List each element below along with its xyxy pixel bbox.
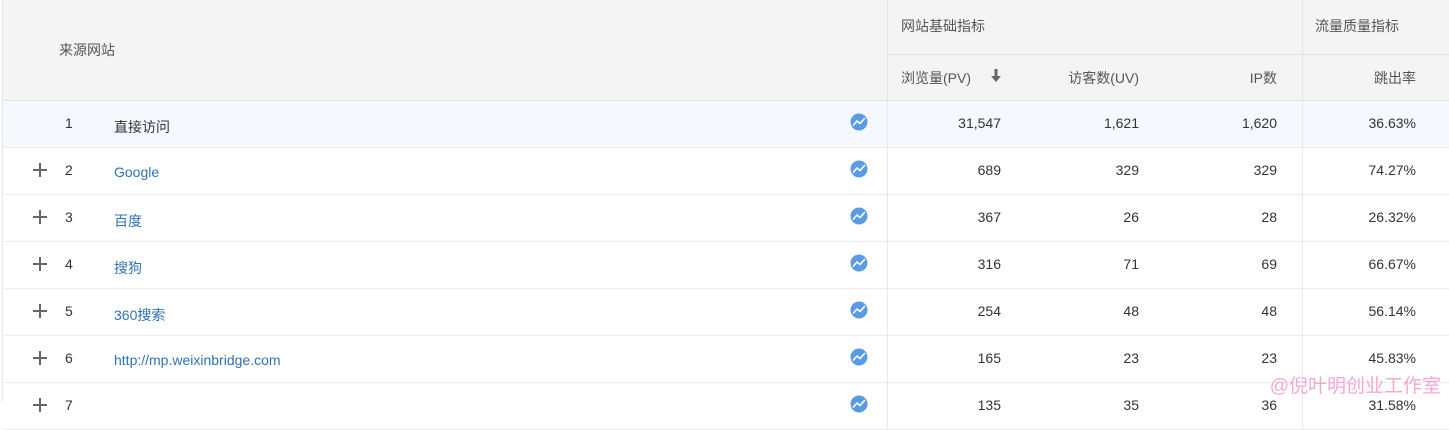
column-divider — [1302, 289, 1303, 336]
column-divider — [1302, 242, 1303, 289]
column-divider — [887, 383, 888, 430]
header-ip[interactable]: IP数 — [1183, 68, 1277, 88]
column-divider — [887, 195, 888, 242]
sort-down-icon[interactable] — [991, 69, 1001, 83]
source-table: 来源网站 网站基础指标 流量质量指标 浏览量(PV) 访客数(UV) IP数 跳… — [2, 0, 1449, 430]
row-index: 4 — [65, 256, 73, 272]
row-index: 5 — [65, 303, 73, 319]
source-link[interactable]: 百度 — [114, 211, 142, 231]
ip-value: 1,620 — [1241, 115, 1277, 131]
column-divider — [887, 148, 888, 195]
uv-value: 26 — [1123, 209, 1139, 225]
bounce-rate-value: 66.67% — [1368, 256, 1416, 272]
bounce-rate-value: 26.32% — [1368, 209, 1416, 225]
expand-plus-icon[interactable] — [33, 210, 47, 224]
trend-chart-icon[interactable] — [850, 160, 868, 178]
column-divider — [1302, 195, 1303, 242]
expand-plus-icon[interactable] — [33, 163, 47, 177]
pv-value: 689 — [977, 162, 1001, 178]
row-index: 3 — [65, 209, 73, 225]
pv-value: 367 — [977, 209, 1001, 225]
bounce-rate-value: 74.27% — [1368, 162, 1416, 178]
column-divider — [887, 336, 888, 383]
header-uv[interactable]: 访客数(UV) — [1039, 68, 1139, 88]
bounce-rate-value: 31.58% — [1368, 397, 1416, 413]
uv-value: 1,621 — [1103, 115, 1139, 131]
ip-value: 28 — [1261, 209, 1277, 225]
source-link[interactable]: Google — [114, 164, 159, 180]
expand-plus-icon[interactable] — [33, 304, 47, 318]
expand-plus-icon[interactable] — [33, 257, 47, 271]
bounce-rate-value: 36.63% — [1368, 115, 1416, 131]
uv-value: 329 — [1115, 162, 1139, 178]
watermark: @倪叶明创业工作室 — [1269, 376, 1441, 397]
row-index: 1 — [65, 115, 73, 131]
ip-value: 23 — [1261, 350, 1277, 366]
header-divider — [887, 54, 1449, 55]
source-link[interactable]: http://mp.weixinbridge.com — [114, 352, 281, 368]
header-divider — [1302, 0, 1303, 100]
header-divider — [887, 0, 888, 100]
row-index: 6 — [65, 350, 73, 366]
header-group-basic: 网站基础指标 — [901, 18, 985, 34]
trend-chart-icon[interactable] — [850, 254, 868, 272]
source-link[interactable]: 360搜索 — [114, 305, 165, 325]
table-row[interactable]: 5 360搜索 254 48 48 56.14% — [3, 289, 1449, 336]
uv-value: 71 — [1123, 256, 1139, 272]
row-index: 7 — [65, 397, 73, 413]
trend-chart-icon[interactable] — [850, 301, 868, 319]
trend-chart-icon[interactable] — [850, 113, 868, 131]
uv-value: 48 — [1123, 303, 1139, 319]
pv-value: 135 — [977, 397, 1001, 413]
table-row[interactable]: 2 Google 689 329 329 74.27% — [3, 148, 1449, 195]
table-row[interactable]: 4 搜狗 316 71 69 66.67% — [3, 242, 1449, 289]
ip-value: 329 — [1253, 162, 1277, 178]
source-link[interactable]: 搜狗 — [114, 258, 142, 278]
table-row[interactable]: 3 百度 367 26 28 26.32% — [3, 195, 1449, 242]
column-divider — [887, 289, 888, 336]
ip-value: 48 — [1261, 303, 1277, 319]
source-link: 直接访问 — [114, 119, 170, 135]
table-row[interactable]: 6 http://mp.weixinbridge.com 165 23 23 45.83% — [3, 336, 1449, 383]
table-header: 来源网站 网站基础指标 流量质量指标 浏览量(PV) 访客数(UV) IP数 跳… — [3, 0, 1449, 101]
expand-plus-icon[interactable] — [33, 351, 47, 365]
header-source: 来源网站 — [59, 42, 115, 58]
header-group-quality: 流量质量指标 — [1315, 18, 1399, 34]
trend-chart-icon[interactable] — [850, 348, 868, 366]
expand-plus-icon[interactable] — [33, 398, 47, 412]
uv-value: 35 — [1123, 397, 1139, 413]
pv-value: 254 — [977, 303, 1001, 319]
trend-chart-icon[interactable] — [850, 395, 868, 413]
table-row[interactable]: 1 直接访问 31,547 1,621 1,620 36.63% — [3, 101, 1449, 148]
trend-chart-icon[interactable] — [850, 207, 868, 225]
pv-value: 165 — [977, 350, 1001, 366]
table-row[interactable]: 7 135 35 36 31.58% — [3, 383, 1449, 430]
header-bounce[interactable]: 跳出率 — [1313, 68, 1416, 88]
bounce-rate-value: 56.14% — [1368, 303, 1416, 319]
column-divider — [1302, 101, 1303, 148]
uv-value: 23 — [1123, 350, 1139, 366]
column-divider — [887, 242, 888, 289]
pv-value: 31,547 — [958, 115, 1001, 131]
row-index: 2 — [65, 162, 73, 178]
ip-value: 69 — [1261, 256, 1277, 272]
bounce-rate-value: 45.83% — [1368, 350, 1416, 366]
column-divider — [1302, 148, 1303, 195]
pv-value: 316 — [977, 256, 1001, 272]
header-pv-sort[interactable]: 浏览量(PV) — [901, 68, 971, 88]
ip-value: 36 — [1261, 397, 1277, 413]
column-divider — [887, 101, 888, 148]
